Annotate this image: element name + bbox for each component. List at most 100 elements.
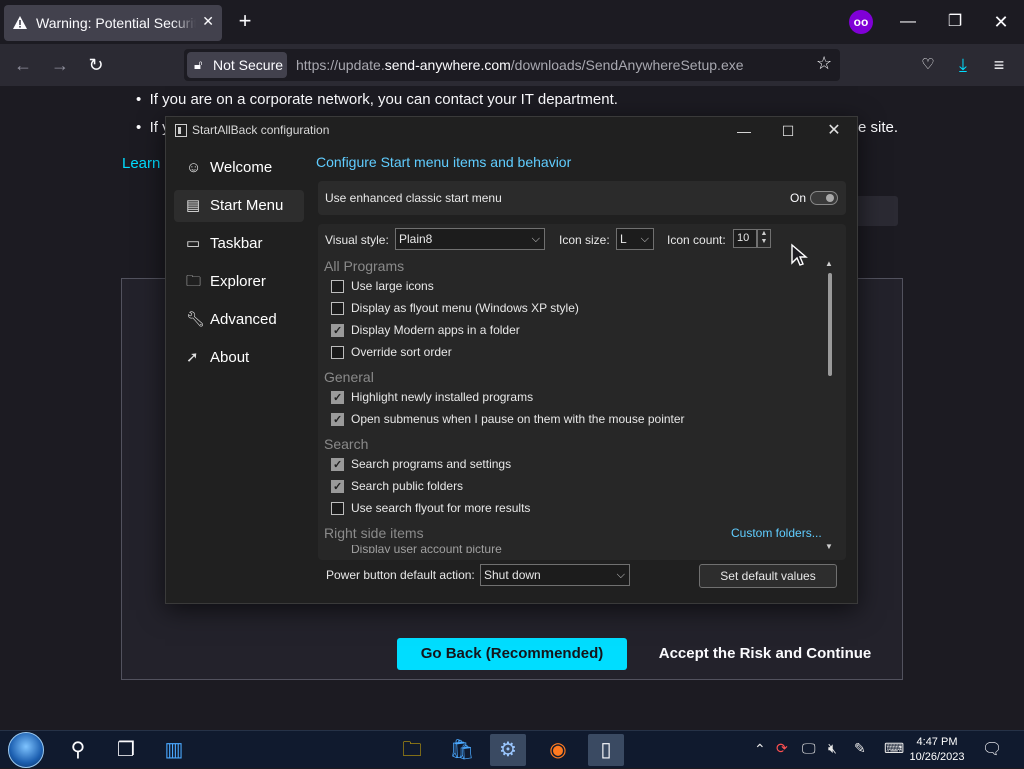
set-default-values-button[interactable]: Set default values	[699, 564, 837, 588]
section-search: Search	[324, 436, 369, 452]
checkbox-label: Search public folders	[351, 479, 464, 493]
dialog-minimize-button[interactable]: —	[729, 121, 759, 141]
checkbox-box	[331, 502, 344, 515]
close-tab-icon[interactable]: ✕	[202, 13, 214, 30]
widgets-icon[interactable]: ▥	[156, 734, 192, 766]
checkbox-box	[331, 390, 344, 406]
icon-size-select[interactable]: L ⌵	[616, 228, 654, 250]
power-action-select[interactable]: Shut down ⌵	[480, 564, 630, 586]
section-general: General	[324, 369, 374, 385]
checkbox-highlight-new[interactable]: Highlight newly installed programs	[331, 389, 533, 407]
start-button-icon[interactable]	[8, 732, 44, 768]
keyboard-icon[interactable]: ⌨	[884, 740, 904, 757]
enhanced-menu-label: Use enhanced classic start menu	[325, 191, 502, 205]
new-tab-button[interactable]: +	[232, 8, 258, 36]
startallback-app-icon[interactable]: ▯	[588, 734, 624, 766]
site-security-button[interactable]: 🔓︎ Not Secure	[187, 52, 287, 78]
minimize-button[interactable]: —	[893, 8, 923, 36]
taskbar-icon: ▭	[186, 235, 201, 252]
url-path: /downloads/SendAnywhereSetup.exe	[510, 57, 744, 73]
sidebar-item-start-menu[interactable]: ▤ Start Menu	[174, 190, 304, 222]
pocket-icon[interactable]: ♡	[915, 52, 941, 78]
checkbox-search-programs[interactable]: Search programs and settings	[331, 456, 511, 474]
bullet-text: If you are on a corporate network, you c…	[149, 91, 618, 108]
checkbox-label: Search programs and settings	[351, 457, 512, 471]
notification-icon[interactable]: 🗨︎	[982, 739, 1002, 759]
icon-count-stepper[interactable]: ▲ ▼	[757, 229, 771, 248]
dialog-close-button[interactable]: ✕	[819, 121, 849, 141]
checkbox-open-submenus[interactable]: Open submenus when I pause on them with …	[331, 411, 685, 429]
dialog-title: StartAllBack configuration	[192, 123, 330, 137]
chevron-down-icon: ⌵	[616, 569, 625, 581]
reload-icon[interactable]: ↻	[83, 52, 109, 78]
taskbar: ⚲ ❐ ▥ 🗀︎ 🛍︎ ⚙ ◉ ▯ ⌃ ⟳ 🖵︎ 🔇︎ ✎ ⌨ 4:47 PM …	[0, 730, 1024, 768]
checkbox-box	[331, 323, 344, 339]
enhanced-menu-toggle[interactable]	[810, 191, 838, 205]
task-view-icon[interactable]: ❐	[108, 734, 144, 766]
sidebar-item-label: Explorer	[210, 273, 266, 290]
search-icon[interactable]: ⚲	[60, 734, 96, 766]
pen-icon[interactable]: ✎	[854, 740, 866, 757]
update-sync-icon[interactable]: ⟳	[776, 740, 788, 757]
firefox-icon[interactable]: ◉	[540, 734, 576, 766]
sidebar-item-taskbar[interactable]: ▭ Taskbar	[174, 228, 304, 260]
file-explorer-icon[interactable]: 🗀︎	[394, 734, 430, 766]
checkbox-use-large-icons[interactable]: Use large icons	[331, 278, 434, 296]
go-back-button[interactable]: Go Back (Recommended)	[397, 638, 627, 670]
sidebar-item-label: Welcome	[210, 159, 273, 176]
chevron-up-icon[interactable]: ⌃	[754, 741, 766, 758]
back-arrow-icon[interactable]: ←	[10, 52, 36, 78]
scroll-thumb[interactable]	[828, 273, 832, 376]
checkbox-flyout-menu[interactable]: Display as flyout menu (Windows XP style…	[331, 300, 579, 318]
scroll-up-icon[interactable]: ▲	[825, 259, 833, 268]
checkbox-search-public[interactable]: Search public folders	[331, 478, 463, 496]
options-scrollbar[interactable]: ▲ ▼	[825, 259, 837, 553]
startallback-dialog: StartAllBack configuration — ☐ ✕ ☺ Welcom…	[165, 116, 858, 604]
scroll-down-icon[interactable]: ▼	[825, 542, 833, 551]
navigation-toolbar: ← → ↻ 🔓︎ Not Secure https://update.send-…	[0, 44, 1024, 86]
checkbox-search-flyout[interactable]: Use search flyout for more results	[331, 500, 530, 518]
forward-arrow-icon[interactable]: →	[47, 52, 73, 78]
restore-button[interactable]: ❐	[940, 8, 970, 36]
checkbox-box	[331, 280, 344, 293]
accept-risk-button[interactable]: Accept the Risk and Continue	[645, 638, 885, 670]
icon-count-input[interactable]: 10	[733, 229, 757, 248]
custom-folders-link[interactable]: Custom folders...	[731, 526, 822, 540]
visual-style-label: Visual style:	[325, 233, 389, 247]
store-icon[interactable]: 🛍︎	[444, 734, 480, 766]
clock-date: 10/26/2023	[909, 751, 965, 763]
settings-app-icon[interactable]: ⚙	[490, 734, 526, 766]
checkbox-override-sort[interactable]: Override sort order	[331, 344, 452, 362]
checkbox-box	[331, 479, 344, 495]
sidebar-item-about[interactable]: ➚ About	[174, 342, 304, 374]
checkbox-box	[331, 302, 344, 315]
sidebar-item-explorer[interactable]: 🗀︎ Explorer	[174, 266, 304, 298]
checkbox-label: Display user account picture	[351, 545, 502, 553]
tab-title: Warning: Potential Security Risk Ahead	[36, 15, 196, 31]
section-right-side: Right side items	[324, 525, 424, 541]
about-icon: ➚	[186, 349, 199, 366]
checkbox-box	[331, 346, 344, 359]
browser-tab[interactable]: Warning: Potential Security Risk Ahead ✕	[4, 5, 222, 41]
checkbox-label: Use search flyout for more results	[351, 501, 531, 515]
clock[interactable]: 4:47 PM 10/26/2023	[905, 735, 969, 765]
checkbox-box	[331, 412, 344, 428]
sidebar-item-label: Advanced	[210, 311, 277, 328]
url-text[interactable]: https://update.send-anywhere.com/downloa…	[296, 49, 744, 81]
visual-style-value: Plain8	[399, 232, 433, 246]
sidebar-item-welcome[interactable]: ☺ Welcome	[174, 152, 304, 184]
checkbox-modern-apps-folder[interactable]: Display Modern apps in a folder	[331, 322, 520, 340]
tab-strip: Warning: Potential Security Risk Ahead ✕…	[0, 0, 1024, 44]
menu-icon[interactable]: ≡	[986, 52, 1012, 78]
bookmark-star-icon[interactable]: ☆	[816, 53, 832, 74]
power-button-label: Power button default action:	[326, 568, 475, 582]
close-window-button[interactable]: ✕	[986, 8, 1016, 36]
url-bar[interactable]: 🔓︎ Not Secure https://update.send-anywhe…	[184, 49, 840, 81]
volume-muted-icon[interactable]: 🔇︎	[828, 740, 837, 757]
visual-style-select[interactable]: Plain8 ⌵	[395, 228, 545, 250]
network-icon[interactable]: 🖵︎	[802, 740, 816, 757]
downloads-icon[interactable]: ⤓	[950, 52, 976, 78]
sidebar-item-advanced[interactable]: 🔧︎ Advanced	[174, 304, 304, 336]
checkbox-user-picture[interactable]: Display user account picture	[331, 545, 531, 553]
dialog-maximize-button[interactable]: ☐	[773, 121, 803, 141]
